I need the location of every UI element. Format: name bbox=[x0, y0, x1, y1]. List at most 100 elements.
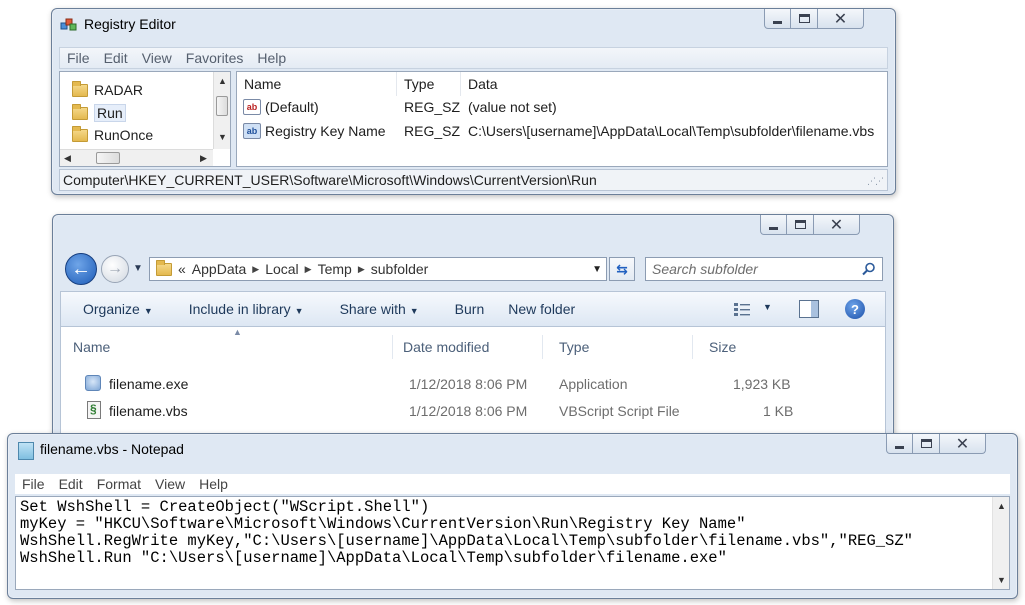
help-icon[interactable]: ? bbox=[845, 299, 865, 319]
notepad-text-area[interactable]: Set WshShell = CreateObject("WScript.She… bbox=[15, 496, 1010, 590]
string-value-icon: ab bbox=[243, 123, 261, 139]
tree-item-run[interactable]: Run bbox=[72, 103, 126, 123]
column-header-data[interactable]: Data bbox=[461, 72, 887, 96]
search-input[interactable]: Search subfolder bbox=[645, 257, 883, 281]
minimize-button[interactable] bbox=[764, 9, 791, 29]
menu-file[interactable]: File bbox=[15, 476, 52, 492]
view-options-icon[interactable] bbox=[733, 302, 751, 316]
close-button[interactable]: ✕ bbox=[814, 215, 860, 235]
close-icon: ✕ bbox=[829, 216, 844, 234]
view-dropdown-icon[interactable]: ▼ bbox=[763, 302, 772, 312]
table-row[interactable]: ab Registry Key Name REG_SZ C:\Users\[us… bbox=[237, 120, 887, 144]
minimize-icon bbox=[769, 227, 778, 230]
explorer-titlebar[interactable]: ✕ bbox=[53, 215, 893, 245]
notepad-window: filename.vbs - Notepad ✕ File Edit Forma… bbox=[7, 433, 1018, 599]
scroll-up-icon[interactable]: ▲ bbox=[218, 76, 227, 86]
registry-editor-icon bbox=[60, 18, 77, 31]
notepad-menubar: File Edit Format View Help bbox=[15, 474, 1010, 494]
explorer-window: ✕ ← → ▼ « AppData ▶ Local ▶ Temp ▶ subfo… bbox=[52, 214, 894, 444]
column-header-size[interactable]: Size bbox=[693, 335, 789, 359]
minimize-button[interactable] bbox=[760, 215, 787, 235]
new-folder-button[interactable]: New folder bbox=[498, 301, 575, 317]
notepad-vertical-scrollbar[interactable]: ▲ ▼ bbox=[992, 497, 1009, 589]
scroll-thumb[interactable] bbox=[96, 152, 120, 164]
breadcrumb-overflow[interactable]: « bbox=[172, 261, 192, 277]
address-dropdown-icon[interactable]: ▼ bbox=[592, 264, 602, 275]
menu-view[interactable]: View bbox=[148, 476, 192, 492]
breadcrumb-separator-icon[interactable]: ▶ bbox=[358, 264, 365, 275]
menu-format[interactable]: Format bbox=[90, 476, 148, 492]
breadcrumb-separator-icon[interactable]: ▶ bbox=[305, 264, 312, 275]
close-icon: ✕ bbox=[833, 10, 848, 28]
breadcrumb-appdata[interactable]: AppData bbox=[192, 261, 252, 277]
scroll-down-icon[interactable]: ▼ bbox=[218, 132, 227, 142]
menu-edit[interactable]: Edit bbox=[52, 476, 90, 492]
burn-button[interactable]: Burn bbox=[433, 301, 485, 317]
column-header-date-modified[interactable]: Date modified bbox=[393, 335, 543, 359]
scroll-down-icon[interactable]: ▼ bbox=[997, 575, 1006, 585]
resize-grip-icon[interactable]: ⋰⋰ bbox=[867, 176, 884, 187]
script-line-2: myKey = "HKCU\Software\Microsoft\Windows… bbox=[20, 515, 746, 533]
registry-titlebar[interactable]: Registry Editor ✕ bbox=[52, 9, 895, 39]
include-in-library-button[interactable]: Include in library ▼ bbox=[167, 301, 304, 317]
column-header-type[interactable]: Type bbox=[397, 72, 461, 96]
search-icon[interactable] bbox=[862, 262, 876, 276]
scroll-right-icon[interactable]: ▶ bbox=[200, 153, 207, 164]
maximize-button[interactable] bbox=[787, 215, 814, 235]
close-button[interactable]: ✕ bbox=[940, 434, 986, 454]
refresh-icon: ⇆ bbox=[616, 260, 628, 277]
menu-view[interactable]: View bbox=[135, 50, 179, 66]
script-line-4: WshShell.Run "C:\Users\[username]\AppDat… bbox=[20, 549, 727, 567]
value-name: Registry Key Name bbox=[265, 123, 386, 139]
tree-item-radar[interactable]: RADAR bbox=[72, 80, 143, 100]
notepad-titlebar[interactable]: filename.vbs - Notepad ✕ bbox=[8, 434, 1017, 464]
forward-arrow-icon: → bbox=[107, 260, 123, 277]
table-row[interactable]: filename.vbs 1/12/2018 8:06 PM VBScript … bbox=[61, 400, 885, 422]
file-name: filename.vbs bbox=[109, 403, 188, 419]
file-name: filename.exe bbox=[109, 376, 189, 392]
table-row[interactable]: filename.exe 1/12/2018 8:06 PM Applicati… bbox=[61, 373, 885, 395]
tree-horizontal-scrollbar[interactable]: ◀ ▶ bbox=[60, 149, 213, 166]
preview-pane-icon[interactable] bbox=[799, 300, 819, 318]
menu-file[interactable]: File bbox=[60, 50, 97, 66]
refresh-button[interactable]: ⇆ bbox=[609, 257, 635, 281]
chevron-down-icon: ▼ bbox=[143, 306, 153, 316]
breadcrumb-temp[interactable]: Temp bbox=[312, 261, 358, 277]
breadcrumb-local[interactable]: Local bbox=[259, 261, 304, 277]
maximize-button[interactable] bbox=[791, 9, 818, 29]
tree-item-runonce[interactable]: RunOnce bbox=[72, 125, 153, 145]
script-file-icon bbox=[87, 401, 101, 419]
file-list: ▲ Name Date modified Type Size filename.… bbox=[60, 327, 886, 443]
value-data: (value not set) bbox=[468, 99, 557, 115]
forward-button[interactable]: → bbox=[101, 255, 129, 283]
column-header-name[interactable]: Name bbox=[237, 72, 397, 96]
organize-button[interactable]: Organize ▼ bbox=[61, 301, 153, 317]
menu-help[interactable]: Help bbox=[192, 476, 235, 492]
value-data: C:\Users\[username]\AppData\Local\Temp\s… bbox=[468, 123, 875, 139]
column-header-name[interactable]: Name bbox=[61, 335, 393, 359]
file-size: 1,923 KB bbox=[733, 376, 791, 392]
recent-pages-dropdown[interactable]: ▼ bbox=[133, 263, 143, 274]
address-bar[interactable]: « AppData ▶ Local ▶ Temp ▶ subfolder ▼ bbox=[149, 257, 607, 281]
scroll-up-icon[interactable]: ▲ bbox=[997, 501, 1006, 511]
scroll-thumb[interactable] bbox=[216, 96, 228, 116]
back-button[interactable]: ← bbox=[65, 253, 97, 285]
table-row[interactable]: ab (Default) REG_SZ (value not set) bbox=[237, 96, 887, 120]
minimize-button[interactable] bbox=[886, 434, 913, 454]
column-header-type[interactable]: Type bbox=[543, 335, 693, 359]
registry-tree-pane[interactable]: RADAR Run RunOnce ▲ ▼ ◀ ▶ bbox=[59, 71, 231, 167]
breadcrumb-separator-icon[interactable]: ▶ bbox=[252, 264, 259, 275]
close-button[interactable]: ✕ bbox=[818, 9, 864, 29]
maximize-icon bbox=[794, 220, 806, 229]
menu-favorites[interactable]: Favorites bbox=[179, 50, 251, 66]
maximize-button[interactable] bbox=[913, 434, 940, 454]
file-date: 1/12/2018 8:06 PM bbox=[409, 403, 528, 419]
share-with-button[interactable]: Share with ▼ bbox=[318, 301, 419, 317]
menu-edit[interactable]: Edit bbox=[97, 50, 135, 66]
file-size: 1 KB bbox=[763, 403, 794, 419]
notepad-title: filename.vbs - Notepad bbox=[40, 441, 184, 457]
scroll-left-icon[interactable]: ◀ bbox=[64, 153, 71, 164]
menu-help[interactable]: Help bbox=[250, 50, 293, 66]
tree-vertical-scrollbar[interactable]: ▲ ▼ bbox=[213, 72, 230, 149]
breadcrumb-subfolder[interactable]: subfolder bbox=[365, 261, 435, 277]
